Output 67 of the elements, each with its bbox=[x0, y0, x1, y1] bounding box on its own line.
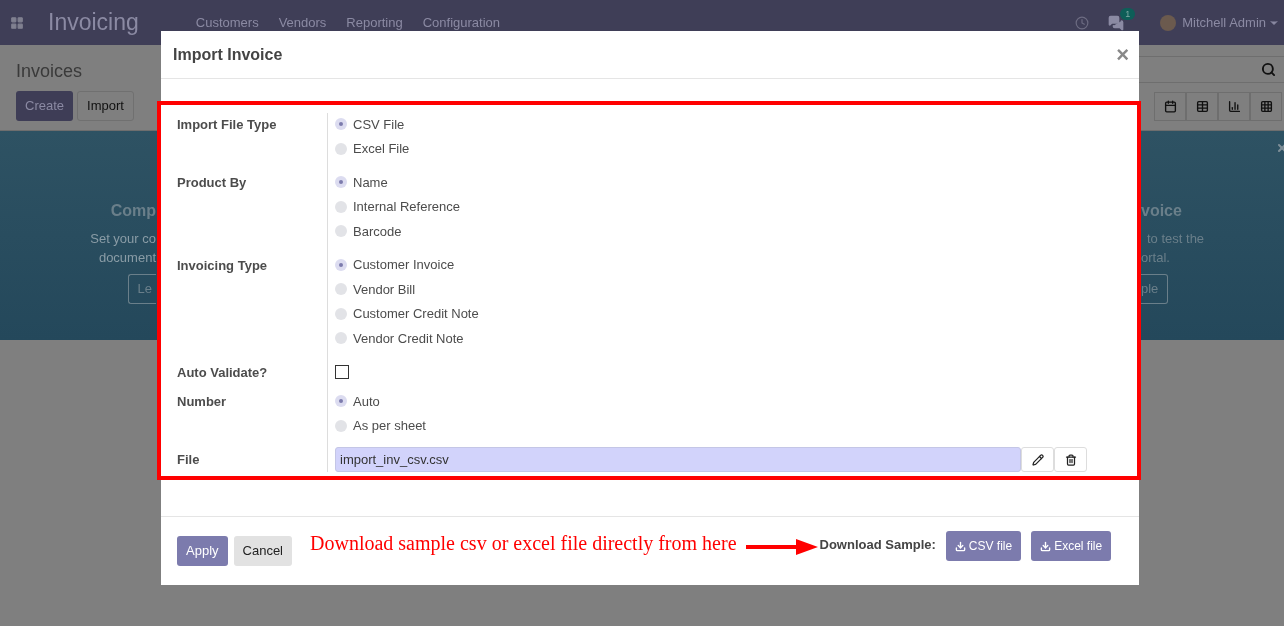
radio-option[interactable]: Excel File bbox=[335, 136, 410, 161]
download-button[interactable]: Excel file bbox=[1031, 531, 1112, 561]
view-switch-button[interactable] bbox=[1250, 92, 1282, 121]
radio-button[interactable] bbox=[335, 176, 347, 189]
radio-option[interactable]: Barcode bbox=[335, 219, 402, 244]
view-switch-button[interactable] bbox=[1218, 92, 1250, 121]
close-button[interactable]: × bbox=[1116, 43, 1129, 66]
cancel-button[interactable]: Cancel bbox=[233, 536, 292, 566]
trash-icon bbox=[1064, 453, 1077, 466]
file-name-field[interactable]: import_inv_csv.csv bbox=[335, 447, 1021, 472]
apply-button[interactable]: Apply bbox=[177, 536, 228, 566]
user-avatar bbox=[1160, 14, 1177, 31]
view-switch-button[interactable] bbox=[1186, 92, 1218, 121]
radio-button[interactable] bbox=[335, 283, 347, 296]
radio-option[interactable]: As per sheet bbox=[335, 413, 426, 438]
bar-chart-icon bbox=[1227, 100, 1241, 113]
calendar-icon bbox=[1163, 100, 1177, 113]
radio-option[interactable]: Vendor Bill bbox=[335, 277, 416, 302]
dialog-title: Import Invoice bbox=[173, 44, 283, 65]
radio-button[interactable] bbox=[335, 118, 347, 131]
field-label: Product By bbox=[177, 175, 247, 190]
radio-option[interactable]: Customer Credit Note bbox=[335, 301, 479, 326]
radio-button[interactable] bbox=[335, 395, 347, 408]
search-icon[interactable] bbox=[1261, 62, 1276, 77]
page-title: Invoices bbox=[16, 60, 83, 83]
field-label: File bbox=[177, 452, 200, 467]
edit-button[interactable] bbox=[1021, 447, 1054, 472]
import-button[interactable]: Import bbox=[77, 91, 134, 121]
radio-option[interactable]: CSV File bbox=[335, 112, 405, 137]
radio-option[interactable]: Internal Reference bbox=[335, 194, 460, 219]
radio-button[interactable] bbox=[335, 258, 347, 271]
grid-icon bbox=[1259, 100, 1273, 113]
download-button[interactable]: CSV file bbox=[945, 531, 1022, 561]
radio-button[interactable] bbox=[335, 200, 347, 213]
banner-step-text: to test the bbox=[1147, 230, 1205, 248]
download-sample-label: Download Sample: bbox=[819, 536, 936, 555]
field-label: Invoicing Type bbox=[177, 257, 268, 273]
radio-option[interactable]: Customer Invoice bbox=[335, 252, 455, 277]
chat-icon[interactable] bbox=[1108, 14, 1125, 31]
radio-button[interactable] bbox=[335, 332, 347, 345]
banner-step-title: Comp bbox=[110, 201, 156, 221]
banner-step-text: Set your co bbox=[90, 230, 156, 248]
banner-step-title: voice bbox=[1141, 201, 1182, 221]
field-label: Auto Validate? bbox=[177, 364, 268, 380]
download-icon bbox=[1040, 540, 1052, 552]
download-icon bbox=[954, 540, 966, 552]
radio-option[interactable]: Name bbox=[335, 170, 388, 195]
checkbox[interactable] bbox=[335, 364, 349, 379]
field-label: Number bbox=[177, 394, 227, 409]
annotation-text: Download sample csv or excel file directly from here bbox=[310, 531, 737, 557]
table-icon bbox=[1195, 100, 1209, 113]
app-title: Invoicing bbox=[48, 8, 139, 38]
banner-step-text: document bbox=[98, 249, 156, 267]
view-switch-button[interactable] bbox=[1154, 92, 1186, 121]
message-count-badge: 1 bbox=[1120, 7, 1136, 20]
radio-option[interactable]: Auto bbox=[335, 389, 380, 414]
clock-icon[interactable] bbox=[1075, 15, 1090, 30]
radio-button[interactable] bbox=[335, 307, 347, 320]
field-label: Import File Type bbox=[177, 117, 277, 132]
radio-button[interactable] bbox=[335, 419, 347, 432]
pencil-icon bbox=[1031, 453, 1044, 466]
delete-button[interactable] bbox=[1054, 447, 1087, 472]
radio-button[interactable] bbox=[335, 142, 347, 155]
radio-option[interactable]: Vendor Credit Note bbox=[335, 326, 464, 351]
apps-menu-icon[interactable] bbox=[10, 15, 24, 30]
radio-button[interactable] bbox=[335, 225, 347, 238]
banner-step-text: ortal. bbox=[1141, 249, 1170, 267]
